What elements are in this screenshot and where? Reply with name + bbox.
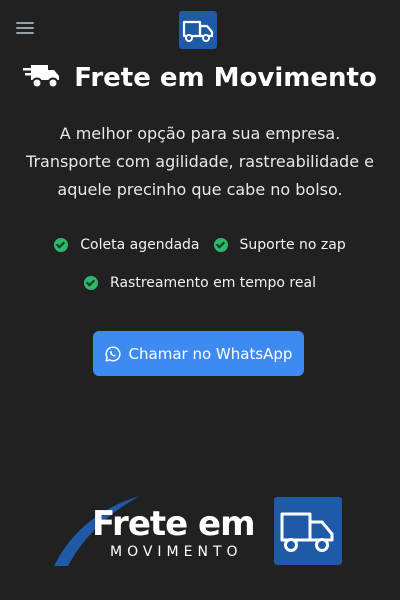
hamburger-menu-icon[interactable] <box>16 22 34 36</box>
feature-label: Coleta agendada <box>80 237 200 253</box>
truck-logo-box <box>274 497 342 565</box>
truck-logo-icon[interactable] <box>179 11 217 49</box>
feature-label: Suporte no zap <box>239 237 346 253</box>
whatsapp-cta-button[interactable]: Chamar no WhatsApp <box>93 331 304 376</box>
check-circle-icon <box>54 238 69 252</box>
hero-title: Frete em Movimento <box>0 58 400 98</box>
shipping-fast-icon <box>23 65 60 89</box>
hero-subtitle: A melhor opção para sua empresa. Transpo… <box>26 124 374 199</box>
feature-item: Suporte no zap <box>213 232 346 258</box>
feature-row: Coleta agendada Suporte no zap <box>0 232 400 258</box>
feature-item: Rastreamento em tempo real <box>84 270 316 296</box>
brand-logo: Frete em MOVIMENTO <box>52 494 344 568</box>
check-circle-icon <box>84 276 99 290</box>
feature-label: Rastreamento em tempo real <box>110 275 316 291</box>
feature-list: Coleta agendada Suporte no zap Rastreame… <box>0 232 400 308</box>
top-navbar <box>0 0 400 56</box>
truck-icon <box>280 512 334 552</box>
feature-row: Rastreamento em tempo real <box>0 270 400 296</box>
page: Frete em Movimento A melhor opção para s… <box>0 0 400 600</box>
whatsapp-icon <box>105 345 121 361</box>
truck-icon <box>182 20 214 42</box>
check-circle-icon <box>213 238 228 252</box>
cta-label: Chamar no WhatsApp <box>128 344 293 363</box>
feature-item: Coleta agendada <box>54 232 200 258</box>
brand-name-line2: MOVIMENTO <box>110 544 243 560</box>
hero-title-text: Frete em Movimento <box>74 63 377 93</box>
brand-name-line1: Frete em <box>92 504 256 544</box>
